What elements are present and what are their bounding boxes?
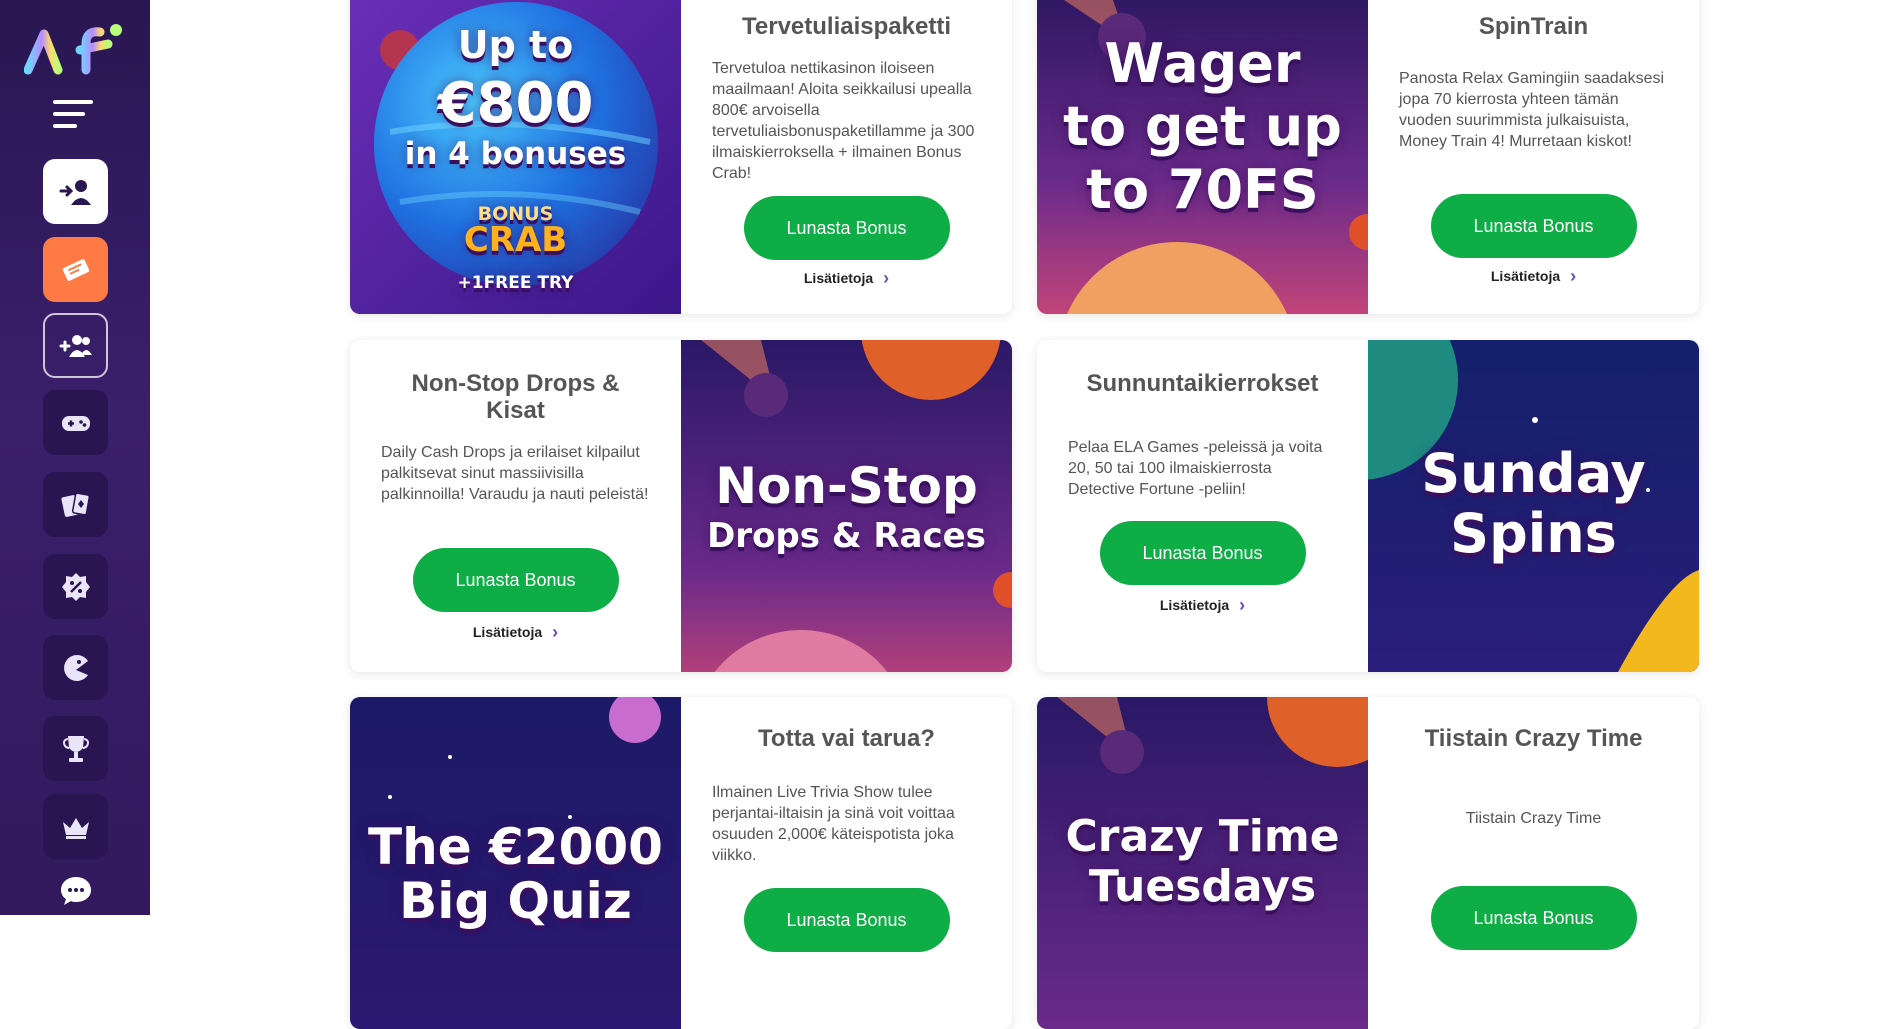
promo-card-crazy-time: Crazy Time Tuesdays Tiistain Crazy Time … xyxy=(1037,697,1699,1029)
promo-title: Tiistain Crazy Time xyxy=(1424,725,1643,752)
claim-bonus-button[interactable]: Lunasta Bonus xyxy=(412,548,619,612)
promo-title: Totta vai tarua? xyxy=(758,725,935,752)
sidebar xyxy=(0,0,150,915)
chevron-right-icon: › xyxy=(552,622,559,642)
hamburger-line xyxy=(53,112,85,116)
promo-card-drops: Non-Stop Drops & Kisat Daily Cash Drops … xyxy=(350,340,1012,672)
promo-card-spintrain: Wager to get up to 70FS SpinTrain Panost… xyxy=(1037,0,1699,314)
promo-image-line: Up to xyxy=(457,23,574,67)
promo-description: Daily Cash Drops ja erilaiset kilpailut … xyxy=(381,444,649,503)
promo-image-crazy-time[interactable]: Crazy Time Tuesdays xyxy=(1037,697,1368,1029)
promo-info: Non-Stop Drops & Kisat Daily Cash Drops … xyxy=(350,340,681,672)
promo-description: Ilmainen Live Trivia Show tulee perjanta… xyxy=(712,784,955,864)
promo-image-quiz[interactable]: The €2000 Big Quiz xyxy=(350,697,681,1029)
promo-image-sunday[interactable]: Sunday Spins xyxy=(1368,340,1699,672)
promo-image-line: Spins xyxy=(1450,502,1617,565)
more-info-link[interactable]: Lisätietoja › xyxy=(1159,595,1246,615)
alf-logo[interactable] xyxy=(24,22,126,78)
games-button[interactable] xyxy=(43,390,108,455)
refer-friend-button[interactable] xyxy=(43,313,108,378)
chat-icon xyxy=(60,877,91,905)
promo-card-welcome: Up to €800 in 4 bonuses BONUS CRAB +1FRE… xyxy=(350,0,1012,314)
promo-info: Sunnuntaikierrokset Pelaa ELA Games -pel… xyxy=(1037,340,1368,672)
trophy-icon xyxy=(62,735,89,762)
more-info-link[interactable]: Lisätietoja › xyxy=(1490,266,1577,286)
bonus-crab-badge: CRAB xyxy=(463,220,568,260)
chat-button[interactable] xyxy=(43,865,108,915)
promo-image-line: The €2000 xyxy=(368,818,663,876)
gamepad-icon xyxy=(61,415,90,431)
chevron-right-icon: › xyxy=(1239,595,1246,615)
promo-title: Non-Stop Drops & Kisat xyxy=(411,370,620,424)
promotions-button[interactable] xyxy=(43,237,108,302)
promo-image-welcome[interactable]: Up to €800 in 4 bonuses BONUS CRAB +1FRE… xyxy=(350,0,681,314)
pacman-icon xyxy=(63,654,88,681)
promo-image-line: Sunday xyxy=(1421,442,1646,505)
percent-badge-icon xyxy=(61,572,90,601)
playing-cards-icon xyxy=(60,492,90,517)
claim-bonus-button[interactable]: Lunasta Bonus xyxy=(743,196,950,260)
promo-image-line: to get up xyxy=(1063,95,1342,158)
claim-bonus-button[interactable]: Lunasta Bonus xyxy=(1099,521,1306,585)
more-info-label: Lisätietoja xyxy=(472,624,543,640)
promo-image-drops[interactable]: Non-Stop Drops & Races xyxy=(681,340,1012,672)
promo-image-line: Non-Stop xyxy=(715,457,978,515)
promo-title: Sunnuntaikierrokset xyxy=(1086,370,1319,397)
promo-title: SpinTrain xyxy=(1478,13,1589,40)
promo-info: Totta vai tarua? Ilmainen Live Trivia Sh… xyxy=(681,697,1012,1029)
chevron-right-icon: › xyxy=(883,268,890,288)
menu-toggle-button[interactable] xyxy=(53,100,97,132)
promo-info: Tiistain Crazy Time Tiistain Crazy Time … xyxy=(1368,697,1699,1029)
arcade-button[interactable] xyxy=(43,635,108,700)
promo-image-line: Crazy Time xyxy=(1065,811,1340,862)
claim-bonus-button[interactable]: Lunasta Bonus xyxy=(1430,886,1637,950)
promo-card-sunday: Sunnuntaikierrokset Pelaa ELA Games -pel… xyxy=(1037,340,1699,672)
add-friends-icon xyxy=(59,334,92,357)
vip-button[interactable] xyxy=(43,794,108,859)
promo-image-line: €800 xyxy=(437,71,594,136)
promo-info: SpinTrain Panosta Relax Gamingiin saadak… xyxy=(1368,0,1699,314)
login-button[interactable] xyxy=(43,159,108,224)
promo-image-line: Tuesdays xyxy=(1088,861,1317,912)
claim-bonus-button[interactable]: Lunasta Bonus xyxy=(1430,194,1637,258)
hamburger-line xyxy=(53,124,77,128)
promo-info: Tervetuliaispaketti Tervetuloa nettikasi… xyxy=(681,0,1012,314)
chevron-right-icon: › xyxy=(1570,266,1577,286)
promo-title: Tervetuliaispaketti xyxy=(742,13,951,40)
more-info-link[interactable]: Lisätietoja › xyxy=(472,622,559,642)
more-info-label: Lisätietoja xyxy=(1490,268,1561,284)
casino-button[interactable] xyxy=(43,472,108,537)
hamburger-line xyxy=(53,100,93,104)
more-info-label: Lisätietoja xyxy=(1159,597,1230,613)
promo-description: Tiistain Crazy Time xyxy=(1465,810,1602,827)
promo-image-line: Wager xyxy=(1104,32,1301,95)
promo-image-line: Big Quiz xyxy=(399,872,632,930)
login-user-icon xyxy=(59,179,91,205)
promo-image-spintrain[interactable]: Wager to get up to 70FS xyxy=(1037,0,1368,314)
crown-icon xyxy=(62,817,89,839)
more-info-label: Lisätietoja xyxy=(803,270,874,286)
promo-image-line: Drops & Races xyxy=(707,516,986,556)
more-info-link[interactable]: Lisätietoja › xyxy=(803,268,890,288)
free-try-label: +1FREE TRY xyxy=(457,273,574,293)
ticket-icon xyxy=(62,258,89,281)
bonus-button[interactable] xyxy=(43,554,108,619)
promo-description: Tervetuloa nettikasinon iloiseen maailma… xyxy=(712,60,975,182)
promo-card-quiz: The €2000 Big Quiz Totta vai tarua? Ilma… xyxy=(350,697,1012,1029)
tournaments-button[interactable] xyxy=(43,716,108,781)
promo-description: Panosta Relax Gamingiin saadaksesi jopa … xyxy=(1399,70,1665,150)
promo-description: Pelaa ELA Games -peleissä ja voita 20, 5… xyxy=(1068,439,1323,498)
promo-image-line: in 4 bonuses xyxy=(404,136,627,172)
claim-bonus-button[interactable]: Lunasta Bonus xyxy=(743,888,950,952)
promo-image-line: to 70FS xyxy=(1086,158,1319,221)
